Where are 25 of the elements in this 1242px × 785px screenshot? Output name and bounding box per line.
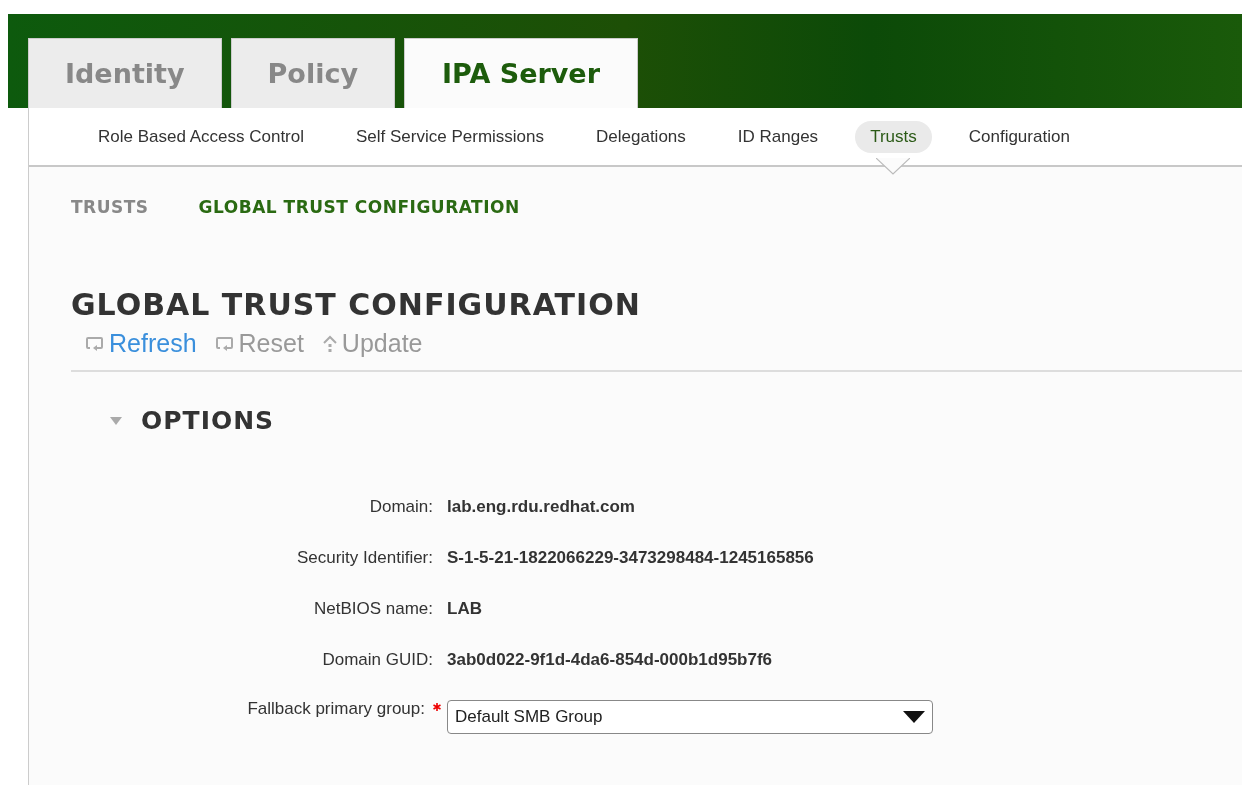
- nav-tab[interactable]: IPA Server: [404, 38, 638, 108]
- field-value: lab.eng.rdu.redhat.com: [447, 496, 635, 517]
- subnav-link[interactable]: Role Based Access Control: [83, 120, 319, 153]
- field-value: S-1-5-21-1822066229-3473298484-1245165856: [447, 547, 814, 568]
- refresh-icon: [85, 334, 105, 353]
- subnav-link[interactable]: Self Service Permissions: [341, 120, 559, 153]
- field-label: NetBIOS name:: [313, 598, 433, 619]
- field-label: Fallback primary group:: [247, 699, 425, 719]
- breadcrumb-link[interactable]: GLOBAL TRUST CONFIGURATION: [198, 197, 520, 223]
- subnav-link[interactable]: ID Ranges: [722, 120, 834, 153]
- section-title: OPTIONS: [141, 406, 275, 435]
- field-label: Security Identifier:: [296, 547, 433, 568]
- subnav-link[interactable]: Delegations: [581, 120, 701, 153]
- subnav-link[interactable]: Trusts: [855, 120, 932, 153]
- subnav-link[interactable]: Configuration: [953, 120, 1085, 153]
- field-label: Domain GUID:: [322, 649, 433, 670]
- collapse-icon[interactable]: [109, 414, 123, 427]
- group-select[interactable]: Default SMB Group: [447, 700, 933, 734]
- page-title: GLOBAL TRUST CONFIGURATION: [71, 287, 642, 323]
- refresh-icon: [214, 334, 235, 353]
- upload-icon: [321, 333, 338, 354]
- field-label: Domain:: [369, 496, 433, 517]
- field-value: LAB: [447, 598, 482, 619]
- dropdown-caret-icon: [903, 711, 925, 723]
- field-value: 3ab0d022-9f1d-4da6-854d-000b1d95b7f6: [447, 649, 773, 670]
